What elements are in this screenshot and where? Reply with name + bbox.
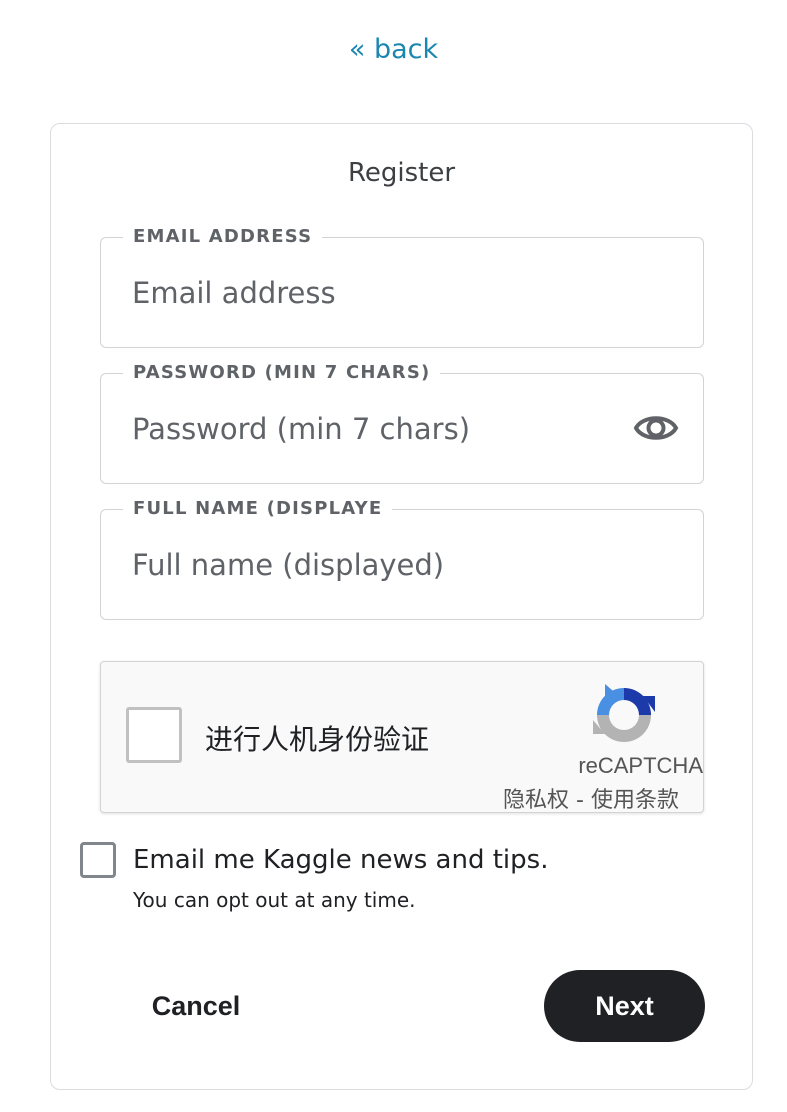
password-field-container: PASSWORD (MIN 7 CHARS) xyxy=(100,359,704,484)
email-field-container: EMAIL ADDRESS xyxy=(100,223,704,348)
page-title: Register xyxy=(347,158,456,188)
recaptcha-terms-link[interactable]: 使用条款 xyxy=(591,788,679,813)
newsletter-checkbox[interactable] xyxy=(80,842,116,878)
cancel-button[interactable]: Cancel xyxy=(125,970,267,1042)
password-field-label: PASSWORD (MIN 7 CHARS) xyxy=(123,359,441,387)
recaptcha-logo-icon xyxy=(593,684,655,742)
fullname-field-label: FULL NAME (DISPLAYE xyxy=(123,495,393,523)
newsletter-sublabel: You can opt out at any time. xyxy=(133,888,416,912)
email-input[interactable] xyxy=(132,265,602,321)
password-input[interactable] xyxy=(132,401,602,457)
register-card: Register EMAIL ADDRESS PASSWORD (MIN 7 C… xyxy=(50,123,753,1090)
recaptcha-brand: reCAPTCHA xyxy=(578,753,703,778)
recaptcha-links: 隐私权 - 使用条款 xyxy=(503,782,679,814)
recaptcha-privacy-link[interactable]: 隐私权 xyxy=(503,788,569,813)
back-link[interactable]: « back xyxy=(0,34,787,65)
eye-icon[interactable] xyxy=(633,408,679,448)
email-field-label: EMAIL ADDRESS xyxy=(123,223,323,251)
fullname-input[interactable] xyxy=(132,537,602,593)
recaptcha-label: 进行人机身份验证 xyxy=(205,723,430,756)
newsletter-label: Email me Kaggle news and tips. xyxy=(133,845,549,875)
recaptcha-checkbox[interactable] xyxy=(126,707,182,763)
fullname-field-container: FULL NAME (DISPLAYE xyxy=(100,495,704,620)
recaptcha-link-separator: - xyxy=(569,788,591,813)
next-button[interactable]: Next xyxy=(544,970,705,1042)
recaptcha-widget: 进行人机身份验证 reCAPTCHA 隐私权 - 使用条款 xyxy=(100,661,704,813)
